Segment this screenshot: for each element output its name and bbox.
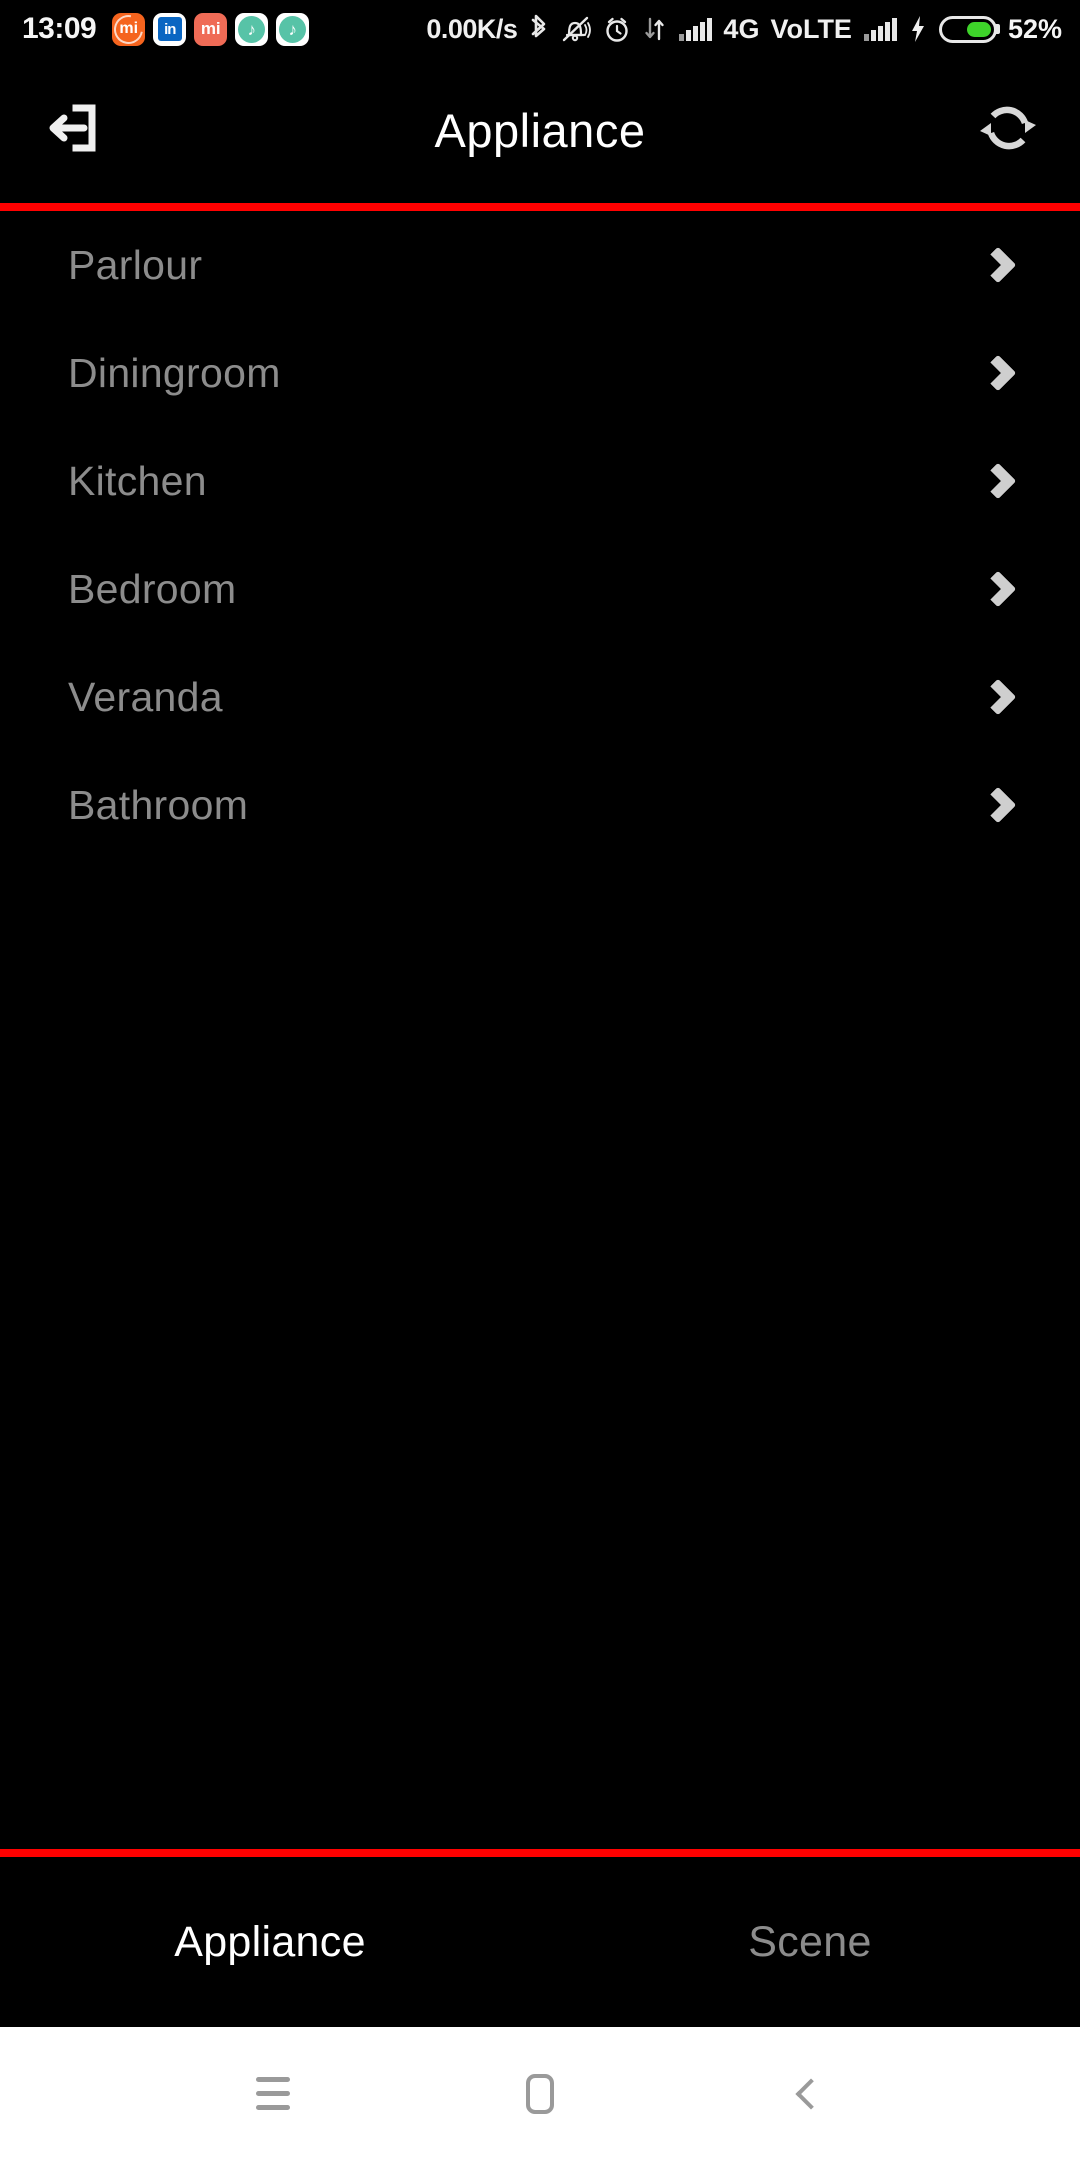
refresh-icon [975,95,1041,166]
app-screen: 13:09 mi in mi ♪ ♪ 0.00K/s 4G VoLTE 52% … [0,0,1080,2160]
chevron-right-icon [968,554,1038,624]
recents-button[interactable] [218,2039,328,2149]
alarm-clock-icon [602,13,632,45]
chevron-right-icon [968,770,1038,840]
chevron-right-icon [968,230,1038,300]
room-list-item[interactable]: Diningroom [0,319,1080,427]
chevron-right-icon [968,446,1038,516]
tab-scene[interactable]: Scene [540,1918,1080,1967]
exit-icon [40,96,104,165]
status-bar-left: 13:09 mi in mi ♪ ♪ [22,12,310,46]
chevron-right-icon [968,338,1038,408]
top-accent-divider [0,203,1080,211]
bluetooth-icon [528,13,550,45]
back-button[interactable] [752,2039,862,2149]
data-transfer-icon [643,13,667,45]
page-title: Appliance [434,104,646,157]
chevron-left-icon [795,2077,827,2110]
mi-video-icon-glyph: mi [200,19,221,38]
network-speed-text: 0.00K/s [426,13,518,44]
chevron-right-icon-glyph [979,462,1017,500]
network-type-text: 4G [723,13,760,44]
room-list-item-label: Bedroom [68,565,237,612]
room-list: Parlour Diningroom Kitchen Bedroom Veranda Ba… [0,211,1080,1849]
room-list-item[interactable]: Parlour [0,211,1080,319]
battery-fill [967,21,991,37]
status-bar-right: 0.00K/s 4G VoLTE 52% [426,13,1062,45]
signal-bars-icon-2 [863,13,897,45]
refresh-button[interactable] [962,85,1054,177]
linkedin-icon: in [153,12,187,46]
chevron-right-icon-glyph [979,678,1017,716]
status-clock: 13:09 [22,12,97,45]
bottom-tab-bar: Appliance Scene [0,1857,1080,2027]
linkedin-icon-glyph: in [157,17,182,41]
room-list-item-label: Kitchen [68,457,207,504]
music-icon-glyph: ♪ [238,15,266,43]
chevron-right-icon-glyph [979,246,1017,284]
chevron-right-icon-glyph [979,786,1017,824]
mi-browser-icon: mi [112,12,146,46]
exit-button[interactable] [26,85,118,177]
home-button[interactable] [485,2039,595,2149]
chevron-right-icon-glyph [979,570,1017,608]
room-list-item-label: Diningroom [68,349,281,396]
mi-browser-icon-glyph: mi [119,20,139,37]
room-list-item-label: Parlour [68,241,203,288]
hamburger-icon [256,2077,291,2110]
room-list-item-label: Veranda [68,673,223,720]
mi-video-icon: mi [194,12,228,46]
room-list-item[interactable]: Bathroom [0,751,1080,859]
music-icon: ♪ [235,12,269,46]
battery-percent-text: 52% [1007,13,1062,44]
bottom-accent-divider [0,1849,1080,1857]
room-list-item-label: Bathroom [68,781,249,828]
chevron-right-icon [968,662,1038,732]
room-list-item[interactable]: Veranda [0,643,1080,751]
battery-icon [938,15,997,43]
status-bar: 13:09 mi in mi ♪ ♪ 0.00K/s 4G VoLTE 52% [0,0,1080,58]
chevron-right-icon-glyph [979,354,1017,392]
title-bar: Appliance [0,58,1080,203]
volte-text: VoLTE [770,13,852,44]
mute-bell-icon [561,13,592,45]
tab-appliance[interactable]: Appliance [0,1918,540,1967]
android-nav-bar [0,2027,1080,2160]
status-app-icons: mi in mi ♪ ♪ [112,12,310,46]
home-square-icon [525,2073,554,2114]
music-icon-2-glyph: ♪ [279,15,307,43]
music-icon-2: ♪ [276,12,310,46]
room-list-item[interactable]: Kitchen [0,427,1080,535]
signal-bars-icon [678,13,713,45]
room-list-item[interactable]: Bedroom [0,535,1080,643]
charging-bolt-icon [908,13,928,45]
